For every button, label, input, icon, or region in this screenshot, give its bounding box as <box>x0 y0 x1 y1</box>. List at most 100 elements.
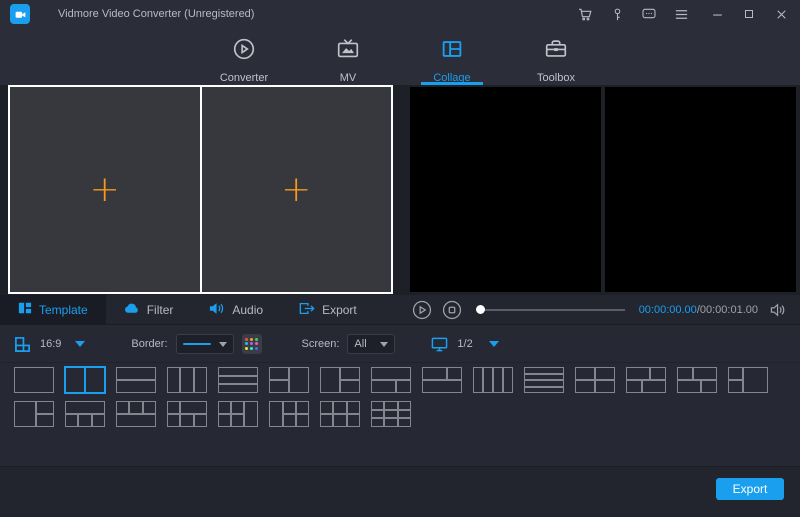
template-thumb-r1-15[interactable] <box>728 367 768 393</box>
template-cell <box>244 401 258 427</box>
template-cell <box>626 367 650 380</box>
template-cell <box>180 401 207 414</box>
template-thumb-r2-5[interactable] <box>218 401 258 427</box>
template-grid <box>0 363 800 434</box>
template-cell <box>595 380 615 393</box>
template-thumb-r1-14[interactable] <box>677 367 717 393</box>
close-button[interactable] <box>772 5 790 23</box>
template-cell <box>218 384 258 393</box>
collage-slot-2[interactable]: + <box>201 87 391 292</box>
app-logo-icon <box>10 4 30 24</box>
feedback-icon[interactable] <box>640 5 658 23</box>
add-video-icon[interactable]: + <box>90 171 120 208</box>
export-button[interactable]: Export <box>716 478 784 500</box>
menu-icon[interactable] <box>672 5 690 23</box>
screen-select[interactable]: All <box>347 334 396 354</box>
template-cell <box>269 401 283 427</box>
template-cell <box>142 401 156 414</box>
play-button[interactable] <box>412 300 432 320</box>
window-title: Vidmore Video Converter (Unregistered) <box>58 8 255 20</box>
color-dot <box>254 342 258 346</box>
template-thumb-r1-8[interactable] <box>371 367 411 393</box>
template-cell <box>333 414 347 427</box>
color-dot <box>245 347 249 351</box>
template-thumb-r2-1[interactable] <box>14 401 54 427</box>
aspect-ratio-value: 16:9 <box>40 338 62 350</box>
stop-button[interactable] <box>442 300 462 320</box>
template-thumb-r1-6[interactable] <box>269 367 309 393</box>
color-dot <box>249 342 253 346</box>
template-thumb-r2-2[interactable] <box>65 401 105 427</box>
template-cell <box>167 401 181 414</box>
color-dot <box>249 347 253 351</box>
template-cell <box>36 414 54 427</box>
workspace: + + <box>0 85 800 295</box>
color-dot <box>249 337 253 341</box>
preview-pane-1 <box>410 87 601 292</box>
minimize-button[interactable] <box>708 5 726 23</box>
template-cell <box>14 367 54 393</box>
template-cell <box>36 401 54 414</box>
template-cell <box>218 375 258 385</box>
template-cell <box>116 401 130 414</box>
template-thumb-r1-12[interactable] <box>575 367 615 393</box>
border-line-sample <box>182 343 211 345</box>
template-cell <box>346 414 360 427</box>
tab-export-label: Export <box>322 302 357 317</box>
template-cell <box>743 367 768 393</box>
template-thumb-r2-4[interactable] <box>167 401 207 427</box>
template-cell <box>320 401 334 414</box>
tab-collage[interactable]: Collage <box>421 28 483 85</box>
template-thumb-r1-13[interactable] <box>626 367 666 393</box>
template-thumb-r2-7[interactable] <box>320 401 360 427</box>
template-thumb-r1-5[interactable] <box>218 367 258 393</box>
template-thumb-r1-9[interactable] <box>422 367 462 393</box>
template-thumb-r1-3[interactable] <box>116 367 156 393</box>
template-cell <box>395 380 411 393</box>
maximize-button[interactable] <box>740 5 758 23</box>
tab-audio[interactable]: Audio <box>191 295 281 324</box>
aspect-dropdown-arrow[interactable] <box>75 341 86 347</box>
tab-template[interactable]: Template <box>0 295 106 324</box>
template-cell <box>282 401 296 414</box>
template-cell <box>91 414 105 427</box>
template-thumb-r1-4[interactable] <box>167 367 207 393</box>
template-cell <box>340 380 360 393</box>
template-cell <box>289 367 309 393</box>
export-tab-icon <box>299 302 315 318</box>
seek-slider[interactable] <box>476 300 625 320</box>
seek-knob[interactable] <box>476 304 485 314</box>
template-thumb-r1-2[interactable] <box>64 366 106 394</box>
collage-toolbar: 16:9 Border: Screen: All 1/2 <box>0 326 800 363</box>
template-cell <box>218 414 232 427</box>
tab-toolbox[interactable]: Toolbox <box>525 28 587 85</box>
tab-converter[interactable]: Converter <box>213 28 275 85</box>
add-video-icon[interactable]: + <box>281 171 311 208</box>
register-key-icon[interactable] <box>608 5 626 23</box>
current-time: 00:00:00.00 <box>638 303 697 316</box>
tab-export[interactable]: Export <box>281 295 375 324</box>
template-thumb-r1-10[interactable] <box>473 367 513 393</box>
collage-slot-1[interactable]: + <box>10 87 200 292</box>
template-icon <box>18 301 32 318</box>
color-dot <box>245 342 249 346</box>
template-cell <box>626 380 642 393</box>
cart-icon[interactable] <box>576 5 594 23</box>
border-style-select[interactable] <box>175 334 234 354</box>
volume-icon[interactable] <box>768 300 788 320</box>
page-dropdown-arrow[interactable] <box>488 341 499 347</box>
tab-filter[interactable]: Filter <box>106 295 192 324</box>
border-color-picker-button[interactable] <box>241 334 262 354</box>
template-cell <box>575 380 595 393</box>
template-thumb-r2-6[interactable] <box>269 401 309 427</box>
screen-label: Screen: <box>301 338 340 350</box>
template-cell <box>193 367 207 393</box>
template-thumb-r2-8[interactable] <box>371 401 411 427</box>
tab-mv[interactable]: MV <box>317 28 379 85</box>
template-thumb-r1-1[interactable] <box>14 367 54 393</box>
template-thumb-r1-7[interactable] <box>320 367 360 393</box>
color-dot <box>254 337 258 341</box>
template-thumb-r1-11[interactable] <box>524 367 564 393</box>
template-thumb-r2-3[interactable] <box>116 401 156 427</box>
template-cell <box>575 367 595 380</box>
